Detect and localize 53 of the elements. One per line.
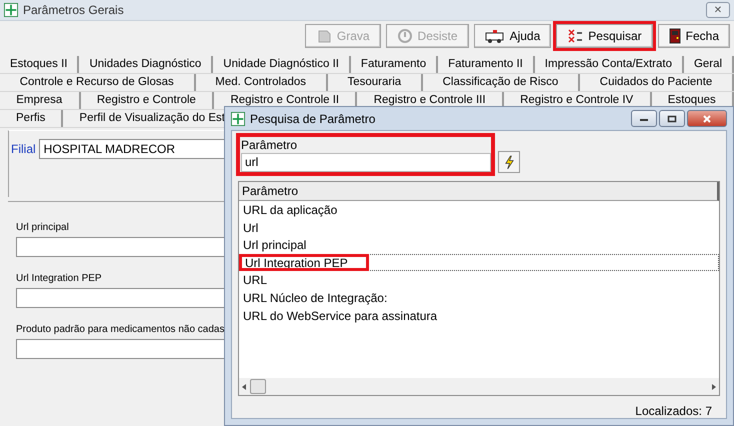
scroll-thumb[interactable] xyxy=(250,379,266,394)
field-label: Produto padrão para medicamentos não cadas xyxy=(16,324,224,335)
tab[interactable]: Faturamento xyxy=(350,56,438,73)
tab[interactable]: Controle e Recurso de Glosas xyxy=(0,74,196,91)
door-icon xyxy=(668,28,681,44)
tab[interactable]: Geral xyxy=(684,56,734,73)
field-label: Parâmetro xyxy=(241,138,298,152)
scroll-right-icon xyxy=(712,384,716,390)
field-label: Filial xyxy=(11,142,36,156)
result-row[interactable]: URL Núcleo de Integração: xyxy=(239,288,719,307)
minimize-button[interactable] xyxy=(631,110,657,127)
horizontal-scrollbar[interactable] xyxy=(239,378,719,395)
tab[interactable]: Med. Controlados xyxy=(196,74,328,91)
close-button[interactable]: ✕ xyxy=(706,2,730,18)
search-button[interactable]: Pesquisar xyxy=(556,24,653,48)
results-count: Localizados: 7 xyxy=(634,403,713,418)
field-label: Url principal xyxy=(16,222,69,233)
exit-button[interactable]: Fecha xyxy=(658,24,730,48)
tab[interactable]: Unidades Diagnóstico xyxy=(79,56,214,73)
tab[interactable]: Tesouraria xyxy=(328,74,423,91)
result-row[interactable]: Url principal xyxy=(239,236,719,254)
scroll-left-icon xyxy=(242,384,246,390)
field-label: Url Integration PEP xyxy=(16,273,102,284)
circle-icon xyxy=(396,28,413,44)
tab[interactable]: Cuidados do Paciente xyxy=(580,74,734,91)
dialog-title: Pesquisa de Parâmetro xyxy=(250,112,376,126)
tab[interactable]: Empresa xyxy=(0,92,81,109)
tab[interactable]: Faturamento II xyxy=(438,56,535,73)
column-header[interactable]: Parâmetro xyxy=(239,182,719,201)
lightning-icon xyxy=(504,154,514,170)
tab[interactable]: Registro e Controle xyxy=(80,92,214,109)
tab[interactable]: Classificação de Risco xyxy=(422,74,580,91)
close-button[interactable] xyxy=(687,110,727,127)
tab[interactable]: Impressão Conta/Extrato xyxy=(534,56,684,73)
help-button[interactable]: Ajuda xyxy=(474,24,552,48)
crossed-lines-icon xyxy=(567,28,584,44)
ambulance-icon xyxy=(484,29,505,43)
run-search-button[interactable] xyxy=(498,151,520,173)
result-row[interactable]: Url Integration PEP xyxy=(239,254,719,272)
result-row[interactable]: URL do WebService para assinatura xyxy=(239,306,719,324)
tab[interactable]: Unidade Diagnóstico II xyxy=(213,56,351,73)
window-title: Parâmetros Gerais xyxy=(23,3,125,17)
app-icon xyxy=(231,112,245,126)
result-row[interactable]: URL xyxy=(239,271,719,289)
maximize-button[interactable] xyxy=(659,110,685,127)
maximize-icon xyxy=(667,114,677,122)
close-icon xyxy=(702,114,712,122)
search-field[interactable]: url xyxy=(241,153,491,172)
tab[interactable]: Perfis xyxy=(0,110,64,127)
result-row[interactable]: Url xyxy=(239,218,719,236)
app-icon xyxy=(4,3,18,17)
result-row[interactable]: URL da aplicação xyxy=(239,201,719,219)
tab[interactable]: Estoques II xyxy=(0,56,80,73)
